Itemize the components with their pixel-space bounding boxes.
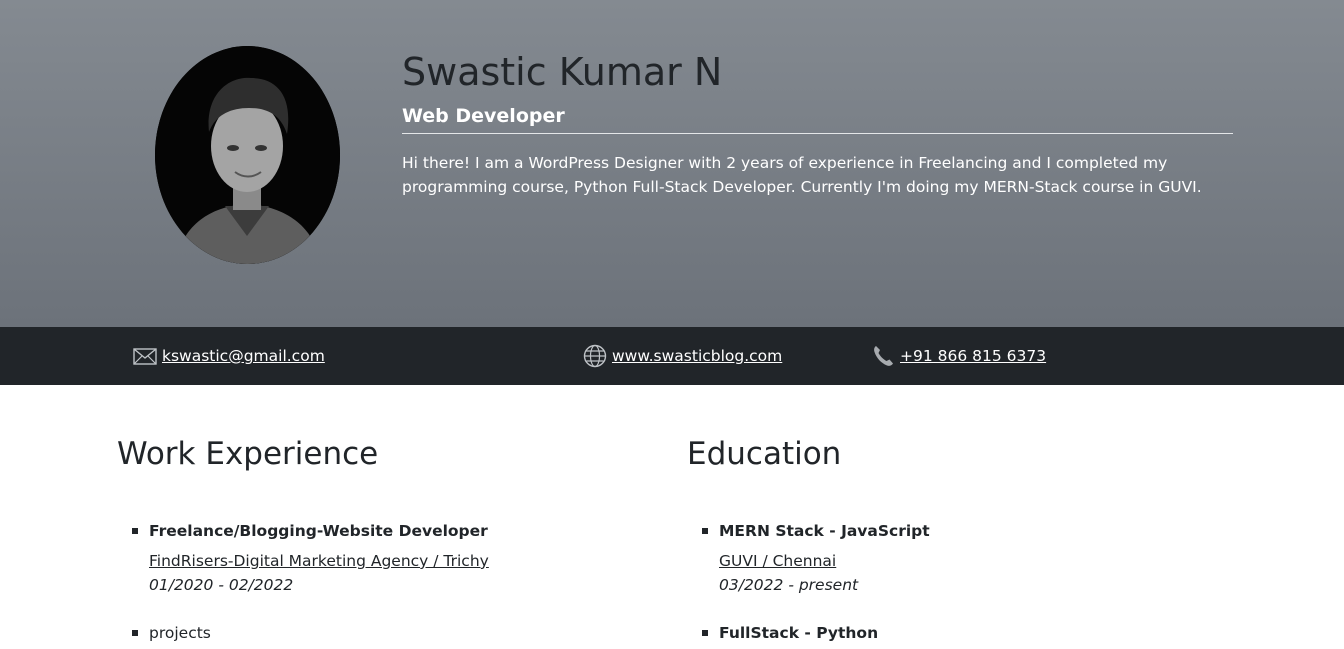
job-dates: 01/2020 - 02/2022 xyxy=(149,576,294,594)
course-dates: 03/2022 - present xyxy=(719,576,859,594)
profile-photo-image xyxy=(155,46,340,264)
work-experience-title: Work Experience xyxy=(117,436,379,472)
email-link[interactable]: kswastic@gmail.com xyxy=(162,347,325,365)
bullet-marker xyxy=(132,630,138,636)
bullet-marker xyxy=(702,630,708,636)
education-title: Education xyxy=(687,436,842,472)
profile-name: Swastic Kumar N xyxy=(402,50,723,94)
profile-bio: Hi there! I am a WordPress Designer with… xyxy=(402,154,1202,196)
bullet-marker xyxy=(132,528,138,534)
globe-icon xyxy=(583,344,607,368)
profile-photo xyxy=(155,46,340,264)
contact-website: www.swasticblog.com xyxy=(583,327,782,385)
phone-icon xyxy=(871,344,895,368)
envelope-icon xyxy=(133,344,157,368)
course-title: FullStack - Python xyxy=(719,624,879,642)
list-item: MERN Stack - JavaScript GUVI / Chennai 0… xyxy=(702,519,930,597)
phone-link[interactable]: +91 866 815 6373 xyxy=(900,347,1046,365)
job-title: Freelance/Blogging-Website Developer xyxy=(149,522,488,540)
list-item: projects xyxy=(132,621,211,645)
profile-role: Web Developer xyxy=(402,105,565,127)
projects-label: projects xyxy=(149,624,211,642)
list-item: FullStack - Python xyxy=(702,621,879,645)
profile-header: Swastic Kumar N Web Developer Hi there! … xyxy=(0,0,1344,327)
contact-bar: kswastic@gmail.com www.swasticblog.com +… xyxy=(0,327,1344,385)
course-title: MERN Stack - JavaScript xyxy=(719,522,930,540)
job-company-link[interactable]: FindRisers-Digital Marketing Agency / Tr… xyxy=(149,549,489,573)
bullet-marker xyxy=(702,528,708,534)
website-link[interactable]: www.swasticblog.com xyxy=(612,347,782,365)
list-item: Freelance/Blogging-Website Developer Fin… xyxy=(132,519,489,597)
contact-email: kswastic@gmail.com xyxy=(133,327,325,385)
institute-link[interactable]: GUVI / Chennai xyxy=(719,549,930,573)
header-divider xyxy=(402,133,1233,134)
contact-phone: +91 866 815 6373 xyxy=(871,327,1046,385)
